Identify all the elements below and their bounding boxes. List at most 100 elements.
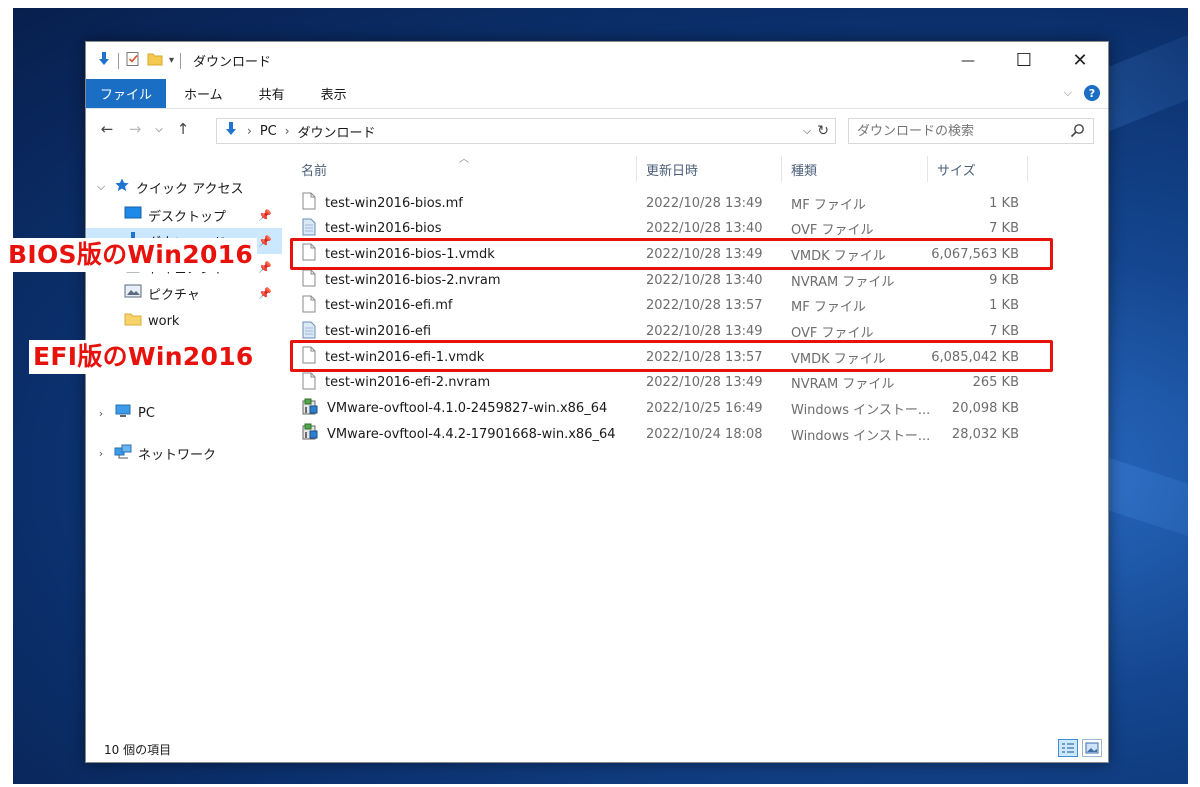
- file-icon: [301, 192, 317, 214]
- highlight-box-efi-vmdk: [290, 340, 1053, 372]
- maximize-button[interactable]: ☐: [996, 42, 1052, 79]
- ovf-file-icon: [301, 218, 317, 240]
- window-title: ダウンロード: [193, 55, 272, 70]
- breadcrumb-pc[interactable]: PC: [260, 124, 277, 139]
- nav-pictures-label: ピクチャ: [148, 287, 200, 303]
- expanded-chevron-icon[interactable]: ⌵: [94, 180, 108, 194]
- file-name-cell[interactable]: VMware-ovftool-4.1.0-2459827-win.x86_64: [301, 396, 607, 422]
- pin-icon[interactable]: 📌: [258, 287, 272, 300]
- network-icon: [114, 443, 132, 463]
- status-bar: 10 個の項目: [86, 736, 1108, 762]
- column-header-name[interactable]: 名前: [291, 152, 636, 186]
- column-header-date[interactable]: 更新日時: [636, 152, 781, 186]
- table-row[interactable]: test-win2016-efi-2.nvram 2022/10/28 13:49…: [291, 370, 1031, 396]
- search-box[interactable]: [848, 118, 1094, 144]
- file-date: 2022/10/28 13:57: [646, 298, 763, 314]
- table-row[interactable]: test-win2016-bios.mf 2022/10/28 13:49 MF フ…: [291, 190, 1031, 216]
- collapsed-chevron-icon[interactable]: ›: [94, 407, 108, 420]
- file-name-cell[interactable]: test-win2016-bios.mf: [301, 190, 463, 216]
- file-icon: [301, 269, 317, 291]
- file-size: 9 KB: [989, 272, 1019, 288]
- file-date: 2022/10/24 18:08: [646, 426, 763, 442]
- address-bar[interactable]: › PC › ダウンロード ⌵ ↻: [216, 118, 836, 144]
- ribbon-tabs: ファイル ホーム 共有 表示 ⌵ ?: [86, 79, 1108, 109]
- pin-icon[interactable]: 📌: [258, 235, 272, 248]
- help-icon[interactable]: ?: [1084, 85, 1100, 101]
- item-count: 10 個の項目: [104, 742, 172, 757]
- back-arrow-icon[interactable]: ←: [96, 120, 118, 138]
- nav-buttons: ← → ⌵ ↑: [96, 120, 194, 138]
- recent-locations-chevron-icon[interactable]: ⌵: [152, 120, 166, 138]
- file-name: test-win2016-bios: [325, 221, 442, 237]
- nav-pc[interactable]: › PC: [86, 400, 282, 426]
- forward-arrow-icon[interactable]: →: [124, 120, 146, 138]
- nav-pictures[interactable]: ピクチャ 📌: [86, 280, 282, 306]
- search-icon[interactable]: [1070, 123, 1085, 142]
- file-date: 2022/10/28 13:49: [646, 195, 763, 211]
- download-arrow-icon[interactable]: [96, 51, 112, 71]
- file-name-cell[interactable]: test-win2016-bios-2.nvram: [301, 267, 501, 293]
- table-row[interactable]: VMware-ovftool-4.1.0-2459827-win.x86_64 2…: [291, 396, 1031, 422]
- ribbon-right-controls: ⌵ ?: [1064, 85, 1100, 101]
- annotation-bios: BIOS版のWin2016: [4, 238, 258, 272]
- refresh-icon[interactable]: ↻: [817, 123, 829, 139]
- nav-quick-access-label: クイック アクセス: [136, 181, 244, 197]
- file-type: MF ファイル: [791, 300, 866, 316]
- nav-quick-access[interactable]: ⌵ クイック アクセス: [86, 174, 282, 200]
- breadcrumb-downloads[interactable]: ダウンロード: [298, 122, 376, 141]
- installer-icon: [301, 398, 319, 420]
- file-size: 28,032 KB: [951, 426, 1019, 442]
- file-name-cell[interactable]: VMware-ovftool-4.4.2-17901668-win.x86_64: [301, 421, 616, 447]
- column-header-type[interactable]: 種類: [781, 152, 927, 186]
- breadcrumb-separator-icon[interactable]: ›: [247, 124, 252, 138]
- file-name: test-win2016-efi: [325, 324, 432, 339]
- file-name: test-win2016-bios.mf: [325, 195, 463, 211]
- column-header-size[interactable]: サイズ: [927, 152, 1027, 186]
- nav-work[interactable]: work: [86, 308, 282, 334]
- nav-work-label: work: [148, 313, 180, 329]
- tab-file[interactable]: ファイル: [86, 79, 167, 108]
- details-view-icon[interactable]: [1058, 739, 1078, 757]
- close-button[interactable]: ✕: [1052, 42, 1108, 79]
- toolbar-separator: [118, 52, 119, 69]
- file-icon: [301, 372, 317, 394]
- pictures-icon: [124, 283, 142, 303]
- address-history-chevron-icon[interactable]: ⌵: [803, 124, 811, 138]
- pin-icon[interactable]: 📌: [258, 261, 272, 274]
- file-type: MF ファイル: [791, 197, 866, 213]
- file-icon: [301, 295, 317, 317]
- search-input[interactable]: [857, 123, 1057, 139]
- file-name: test-win2016-efi-2.nvram: [325, 375, 491, 391]
- minimize-button[interactable]: —: [940, 42, 996, 79]
- up-arrow-icon[interactable]: ↑: [172, 120, 194, 138]
- file-name-cell[interactable]: test-win2016-efi.mf: [301, 293, 452, 319]
- desktop-icon: [124, 205, 142, 225]
- address-tools: ⌵ ↻: [803, 119, 835, 143]
- collapsed-chevron-icon[interactable]: ›: [94, 447, 108, 460]
- tab-share[interactable]: 共有: [241, 79, 303, 108]
- properties-icon[interactable]: [125, 51, 141, 71]
- expand-ribbon-chevron-icon[interactable]: ⌵: [1064, 86, 1072, 100]
- table-row[interactable]: test-win2016-bios-2.nvram 2022/10/28 13:4…: [291, 267, 1031, 293]
- table-row[interactable]: VMware-ovftool-4.4.2-17901668-win.x86_64…: [291, 421, 1031, 447]
- pin-icon[interactable]: 📌: [258, 209, 272, 222]
- nav-network[interactable]: › ネットワーク: [86, 440, 282, 466]
- folder-icon: [124, 311, 142, 331]
- file-name-cell[interactable]: test-win2016-efi-2.nvram: [301, 370, 490, 396]
- customize-toolbar-chevron-icon[interactable]: ▾: [169, 55, 174, 66]
- file-size: 1 KB: [989, 195, 1019, 211]
- tab-home[interactable]: ホーム: [166, 79, 241, 108]
- tab-view[interactable]: 表示: [303, 79, 365, 108]
- new-folder-icon[interactable]: [147, 51, 163, 71]
- star-icon: [114, 177, 130, 197]
- large-icons-view-icon[interactable]: [1082, 739, 1102, 757]
- nav-desktop[interactable]: デスクトップ 📌: [86, 202, 282, 228]
- table-row[interactable]: test-win2016-efi.mf 2022/10/28 13:57 MF ファ…: [291, 293, 1031, 319]
- toolbar-separator: [180, 52, 182, 69]
- file-name: test-win2016-efi.mf: [325, 298, 453, 314]
- breadcrumb-separator-icon[interactable]: ›: [285, 124, 290, 138]
- annotation-efi: EFI版のWin2016: [29, 340, 258, 374]
- highlight-box-bios-vmdk: [290, 238, 1053, 270]
- nav-desktop-label: デスクトップ: [148, 209, 227, 225]
- column-divider[interactable]: [1027, 156, 1028, 182]
